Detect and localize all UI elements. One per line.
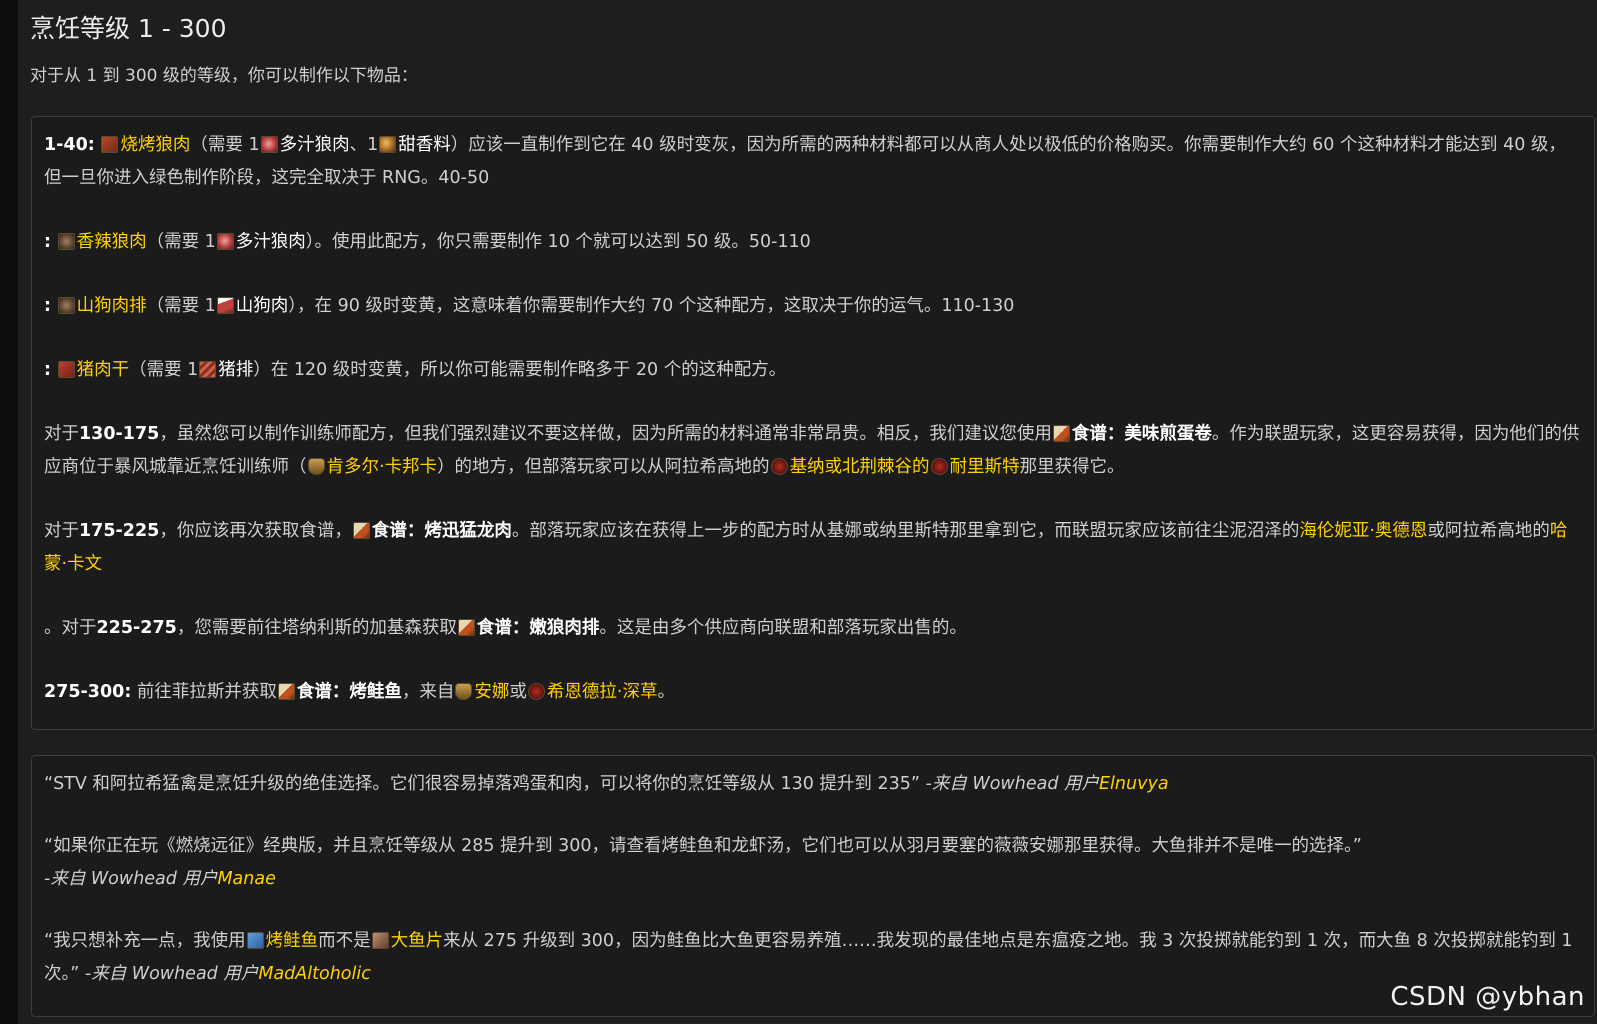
guide-step-40-50: : 香辣狼肉（需要 1 多汁狼肉）。使用此配方，你只需要制作 10 个就可以达到 … — [44, 232, 811, 252]
item-link[interactable]: 大鱼片 — [391, 931, 444, 951]
recipe-link[interactable]: 烧烤狼肉 — [120, 135, 190, 155]
recipe-link[interactable]: 食谱：美味煎蛋卷 — [1072, 424, 1212, 444]
recipe-scroll-icon — [1052, 425, 1070, 442]
material-link[interactable]: 山狗肉 — [236, 296, 289, 316]
guide-step-275-300: 275-300: 前往菲拉斯并获取 食谱：烤鲑鱼，来自 安娜或 希恩德拉·深草。 — [44, 682, 675, 702]
guide-step-130-175: 对于130-175，虽然您可以制作训练师配方，但我们强烈建议不要这样做，因为所需… — [44, 424, 1580, 477]
npc-link[interactable]: 肯多尔·卡邦卡 — [327, 457, 438, 477]
material-link[interactable]: 猪排 — [218, 360, 253, 380]
recipe-link[interactable]: 山狗肉排 — [77, 296, 147, 316]
intro-text: 对于从 1 到 300 级的等级，你可以制作以下物品： — [30, 66, 418, 86]
steak-icon — [57, 297, 75, 314]
recipe-link[interactable]: 香辣狼肉 — [77, 232, 147, 252]
guide-step-225-275: 。对于225-275，您需要前往塔纳利斯的加基森获取 食谱：嫩狼肉排。这是由多个供… — [44, 618, 967, 638]
salmon-icon — [246, 932, 264, 949]
recipe-scroll-icon — [352, 522, 370, 539]
user-quotes-box: “STV 和阿拉希猛禽是烹饪升级的绝佳选择。它们很容易掉落鸡蛋和肉，可以将你的烹… — [31, 755, 1595, 1017]
quote-1: “STV 和阿拉希猛禽是烹饪升级的绝佳选择。它们很容易掉落鸡蛋和肉，可以将你的烹… — [44, 774, 1169, 794]
page-title: 烹饪等级 1 - 300 — [30, 14, 227, 43]
fish-fillet-icon — [371, 932, 389, 949]
guide-step-175-225: 对于175-225，你应该再次获取食谱， 食谱：烤迅猛龙肉。部落玩家应该在获得上一… — [44, 521, 1568, 574]
left-gutter — [0, 0, 18, 1024]
recipe-scroll-icon — [457, 619, 475, 636]
npc-link[interactable]: 基纳或北荆棘谷的 — [790, 457, 930, 477]
guide-step-50-110: : 山狗肉排（需要 1 山狗肉），在 90 级时变黄，这意味着你需要制作大约 70… — [44, 296, 1015, 316]
spice-icon — [379, 136, 397, 153]
recipe-link[interactable]: 猪肉干 — [77, 360, 130, 380]
npc-link[interactable]: 安娜 — [474, 682, 509, 702]
horde-icon — [930, 458, 948, 475]
horde-icon — [527, 683, 545, 700]
quote-3: “我只想补充一点，我使用 烤鲑鱼而不是 大鱼片来从 275 升级到 300，因为鲑鱼… — [44, 931, 1573, 984]
npc-link[interactable]: 海伦妮亚·奥德恩 — [1299, 521, 1427, 541]
wolf-meat-icon — [216, 233, 234, 250]
pork-chop-icon — [199, 361, 217, 378]
quote-2: “如果你正在玩《燃烧远征》经典版，并且烹饪等级从 285 提升到 300，请查看… — [44, 836, 1362, 889]
content-area: 烹饪等级 1 - 300 对于从 1 到 300 级的等级，你可以制作以下物品：… — [18, 0, 1597, 1024]
material-link[interactable]: 多汁狼肉 — [236, 232, 306, 252]
watermark: CSDN @ybhan — [1390, 982, 1585, 1012]
npc-link[interactable]: 希恩德拉·深草 — [547, 682, 658, 702]
recipe-scroll-icon — [277, 683, 295, 700]
coyote-meat-icon — [216, 297, 234, 314]
horde-icon — [770, 458, 788, 475]
leveling-guide-box: 1-40: 烧烤狼肉（需要 1 多汁狼肉、1 甜香料）应该一直制作到它在 40 级时… — [31, 116, 1595, 730]
spiced-meat-icon — [57, 233, 75, 250]
roasted-meat-icon — [101, 136, 119, 153]
material-link[interactable]: 多汁狼肉 — [280, 135, 350, 155]
recipe-link[interactable]: 食谱：烤鲑鱼 — [297, 682, 402, 702]
jerky-icon — [57, 361, 75, 378]
guide-step-110-130: : 猪肉干（需要 1 猪排）在 120 级时变黄，所以你可能需要制作略多于 20 … — [44, 360, 787, 380]
user-link[interactable]: Elnuvya — [1099, 774, 1169, 794]
level-range: 1-40: — [44, 135, 95, 155]
recipe-link[interactable]: 食谱：烤迅猛龙肉 — [372, 521, 512, 541]
guide-step-1-40: 1-40: 烧烤狼肉（需要 1 多汁狼肉、1 甜香料）应该一直制作到它在 40 级时… — [44, 135, 1566, 188]
alliance-shield-icon — [307, 458, 325, 475]
user-link[interactable]: Manae — [217, 869, 275, 889]
recipe-link[interactable]: 食谱：嫩狼肉排 — [477, 618, 600, 638]
wolf-meat-icon — [260, 136, 278, 153]
user-link[interactable]: MadAltoholic — [258, 964, 370, 984]
item-link[interactable]: 烤鲑鱼 — [266, 931, 319, 951]
material-link[interactable]: 甜香料 — [398, 135, 451, 155]
alliance-shield-icon — [455, 683, 473, 700]
npc-link[interactable]: 耐里斯特 — [950, 457, 1020, 477]
